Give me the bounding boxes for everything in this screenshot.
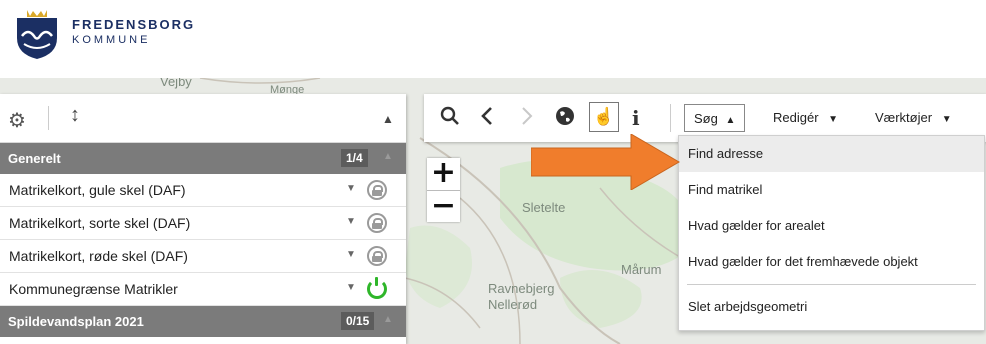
- search-menu-button[interactable]: Søg ▲: [684, 104, 746, 132]
- search-icon[interactable]: [440, 106, 460, 131]
- edit-menu-button[interactable]: Redigér ▼: [773, 104, 838, 132]
- map-place-label: Mårum: [621, 262, 662, 277]
- caret-down-icon: ▼: [828, 114, 839, 125]
- search-dropdown-menu: Find adresse Find matrikel Hvad gælder f…: [678, 135, 985, 331]
- lock-icon[interactable]: [367, 246, 387, 266]
- edit-menu-label: Redigér: [773, 110, 819, 125]
- layer-label: Matrikelkort, røde skel (DAF): [9, 248, 188, 264]
- toolbar-divider: [48, 106, 49, 130]
- map-place-label: Nellerød: [488, 297, 538, 312]
- search-menu-label: Søg: [694, 111, 718, 126]
- map-place-label: Ravnebjerg: [488, 281, 555, 296]
- lock-icon[interactable]: [367, 213, 387, 233]
- chevron-down-icon[interactable]: ▼: [346, 249, 356, 260]
- site-header: FREDENSBORG KOMMUNE: [0, 0, 986, 78]
- menu-item-area-rules[interactable]: Hvad gælder for arealet: [679, 208, 984, 244]
- annotation-arrow-icon: [531, 134, 680, 190]
- caret-up-icon[interactable]: ▲: [382, 112, 394, 126]
- layer-group-header[interactable]: Spildevandsplan 2021 0/15 ▲: [0, 306, 406, 337]
- menu-item-find-cadastre[interactable]: Find matrikel: [679, 172, 984, 208]
- menu-item-clear-geometry[interactable]: Slet arbejdsgeometri: [679, 289, 984, 325]
- zoom-control: + −: [427, 158, 460, 222]
- layer-row[interactable]: Kommunegrænse Matrikler ▼: [0, 273, 406, 306]
- hand-pan-icon[interactable]: ☝: [589, 102, 619, 132]
- toolbar-divider: [670, 104, 671, 132]
- fredensborg-crest-icon: [17, 10, 57, 59]
- layer-group-header[interactable]: Generelt 1/4 ▲: [0, 143, 406, 174]
- back-icon[interactable]: [480, 106, 494, 131]
- move-vertical-icon[interactable]: ↕: [70, 104, 80, 127]
- layer-group-count: 0/15: [341, 312, 375, 330]
- layer-row[interactable]: Matrikelkort, sorte skel (DAF) ▼: [0, 207, 406, 240]
- layer-group-label: Spildevandsplan 2021: [8, 314, 144, 329]
- caret-up-icon[interactable]: ▲: [383, 151, 393, 162]
- menu-item-find-address[interactable]: Find adresse: [679, 136, 984, 172]
- menu-divider: [687, 284, 976, 285]
- layer-group-count: 1/4: [341, 149, 368, 167]
- caret-up-icon: ▲: [725, 115, 736, 126]
- layer-label: Kommunegrænse Matrikler: [9, 281, 178, 297]
- forward-icon[interactable]: [520, 106, 534, 131]
- info-icon[interactable]: i: [632, 106, 640, 130]
- power-icon[interactable]: [367, 277, 387, 299]
- tools-menu-button[interactable]: Værktøjer ▼: [875, 104, 952, 132]
- zoom-in-button[interactable]: +: [427, 158, 460, 191]
- map-place-label: Vejby: [160, 78, 192, 89]
- layer-label: Matrikelkort, gule skel (DAF): [9, 182, 186, 198]
- caret-up-icon[interactable]: ▲: [383, 314, 393, 325]
- chevron-down-icon[interactable]: ▼: [346, 282, 356, 293]
- caret-down-icon: ▼: [941, 114, 952, 125]
- menu-item-highlighted-object-rules[interactable]: Hvad gælder for det fremhævede objekt: [679, 244, 984, 280]
- layer-row[interactable]: Matrikelkort, røde skel (DAF) ▼: [0, 240, 406, 273]
- zoom-out-button[interactable]: −: [427, 191, 460, 223]
- chevron-down-icon[interactable]: ▼: [346, 183, 356, 194]
- layer-row[interactable]: Matrikelkort, gule skel (DAF) ▼: [0, 174, 406, 207]
- layer-label: Matrikelkort, sorte skel (DAF): [9, 215, 191, 231]
- chevron-down-icon[interactable]: ▼: [346, 216, 356, 227]
- tools-menu-label: Værktøjer: [875, 110, 933, 125]
- brand-line-1: FREDENSBORG: [72, 17, 196, 32]
- layer-group-label: Generelt: [8, 151, 61, 166]
- globe-icon[interactable]: [555, 106, 575, 131]
- brand-name: FREDENSBORG KOMMUNE: [72, 17, 195, 47]
- map-place-label: Sletelte: [522, 200, 566, 215]
- brand-line-2: KOMMUNE: [72, 34, 151, 46]
- layer-panel: ⚙ ↕ ▲ Generelt 1/4 ▲ Matrikelkort, gule …: [0, 94, 406, 344]
- lock-icon[interactable]: [367, 180, 387, 200]
- gear-icon[interactable]: ⚙: [8, 108, 26, 133]
- layer-panel-toolbar: ⚙ ↕ ▲: [0, 94, 406, 143]
